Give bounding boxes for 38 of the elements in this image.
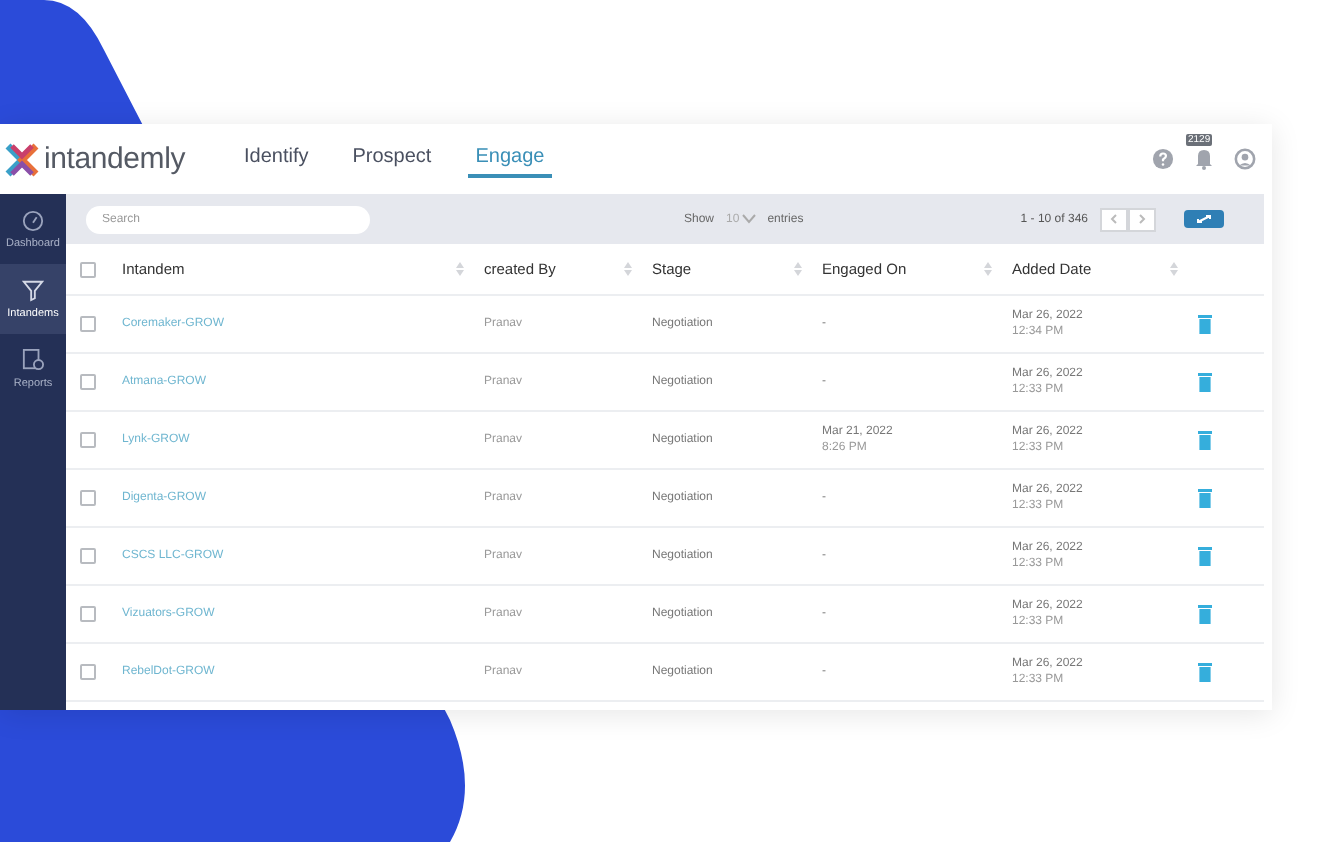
- select-all-checkbox[interactable]: [80, 261, 96, 277]
- bell-icon[interactable]: [1194, 148, 1214, 170]
- trash-icon[interactable]: [1198, 546, 1212, 566]
- trash-icon[interactable]: [1198, 488, 1212, 508]
- row-checkbox[interactable]: [80, 490, 96, 506]
- trash-icon[interactable]: [1198, 430, 1212, 450]
- logo-wordmark: intandemly: [44, 142, 186, 176]
- trash-icon[interactable]: [1198, 372, 1212, 392]
- sort-icon[interactable]: [456, 262, 464, 276]
- funnel-icon: [22, 278, 44, 302]
- row-checkbox[interactable]: [80, 606, 96, 622]
- chevron-left-icon: [1110, 214, 1118, 224]
- sort-icon[interactable]: [1170, 262, 1178, 276]
- row-checkbox[interactable]: [80, 664, 96, 680]
- trash-icon[interactable]: [1198, 662, 1212, 682]
- user-icon[interactable]: [1234, 148, 1256, 170]
- nav-tab[interactable]: Prospect: [344, 140, 440, 178]
- expand-arrows-icon: [1196, 214, 1212, 224]
- row-checkbox[interactable]: [80, 548, 96, 564]
- previous-page-button[interactable]: [1100, 207, 1128, 231]
- chevron-down-icon: [741, 214, 756, 224]
- chevron-right-icon: [1138, 214, 1146, 224]
- logo-icon: [4, 141, 40, 177]
- row-checkbox[interactable]: [80, 432, 96, 448]
- sort-icon[interactable]: [984, 262, 992, 276]
- nav-tab[interactable]: Engage: [467, 140, 553, 178]
- help-icon[interactable]: [1152, 148, 1174, 170]
- report-icon: [22, 348, 44, 372]
- row-checkbox[interactable]: [80, 374, 96, 390]
- sort-icon[interactable]: [794, 262, 802, 276]
- trash-icon[interactable]: [1198, 314, 1212, 334]
- trash-icon[interactable]: [1198, 604, 1212, 624]
- row-checkbox[interactable]: [80, 316, 96, 332]
- next-page-button[interactable]: [1128, 207, 1156, 231]
- sort-icon[interactable]: [624, 262, 632, 276]
- nav-tab[interactable]: Identify: [236, 140, 317, 178]
- gauge-icon: [22, 209, 44, 231]
- expand-button[interactable]: [1184, 210, 1224, 228]
